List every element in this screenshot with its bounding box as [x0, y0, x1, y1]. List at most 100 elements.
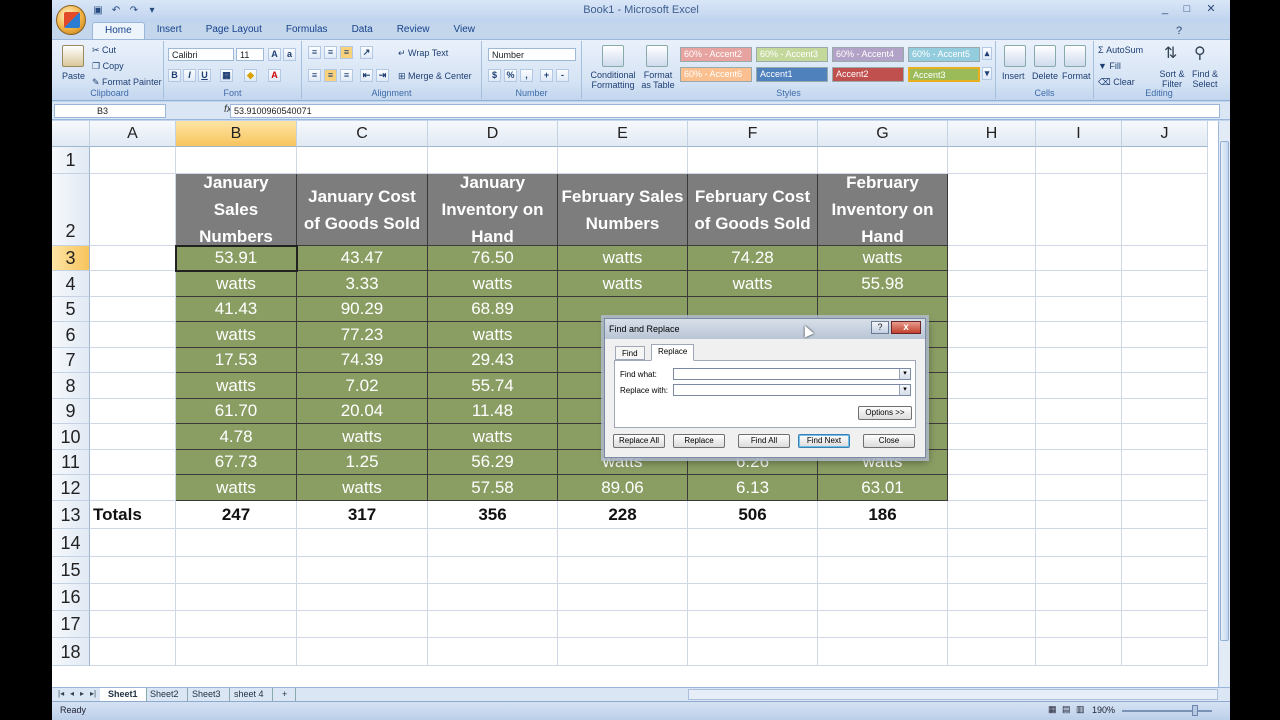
- grid-cell[interactable]: [90, 147, 176, 174]
- grid-cell[interactable]: [948, 450, 1036, 475]
- zoom-slider[interactable]: [1122, 710, 1212, 712]
- data-cell[interactable]: watts: [558, 271, 688, 297]
- grid-cell[interactable]: [1036, 475, 1122, 501]
- grid-cell[interactable]: [90, 348, 176, 373]
- grid-cell[interactable]: [176, 584, 297, 611]
- grid-cell[interactable]: [90, 271, 176, 297]
- table-header-cell[interactable]: February Inventory on Hand: [818, 173, 948, 246]
- sheet-tab-4[interactable]: sheet 4: [226, 688, 273, 701]
- total-cell[interactable]: 356: [428, 501, 558, 529]
- grid-cell[interactable]: [948, 246, 1036, 271]
- wrap-text-button[interactable]: ↵ Wrap Text: [398, 48, 448, 59]
- row-header[interactable]: 13: [52, 501, 90, 529]
- grid-cell[interactable]: [688, 611, 818, 638]
- minimize-icon[interactable]: _: [1154, 2, 1176, 16]
- tab-home[interactable]: Home: [92, 22, 145, 40]
- grid-cell[interactable]: [428, 611, 558, 638]
- maximize-icon[interactable]: □: [1176, 2, 1198, 16]
- data-cell[interactable]: 6.13: [688, 475, 818, 501]
- grid-cell[interactable]: [1122, 611, 1208, 638]
- grid-cell[interactable]: [176, 557, 297, 584]
- row-header[interactable]: 15: [52, 557, 90, 584]
- grid-cell[interactable]: [1036, 348, 1122, 373]
- row-header[interactable]: 14: [52, 529, 90, 557]
- grid-cell[interactable]: [1122, 271, 1208, 297]
- office-button[interactable]: [56, 5, 86, 35]
- grid-cell[interactable]: [1122, 348, 1208, 373]
- align-middle-icon[interactable]: ≡: [324, 46, 337, 59]
- row-header[interactable]: 5: [52, 297, 90, 322]
- replace-with-input[interactable]: ▾: [673, 384, 911, 396]
- grow-font-icon[interactable]: A: [268, 48, 281, 61]
- font-color-icon[interactable]: A: [268, 69, 281, 82]
- tab-data[interactable]: Data: [340, 22, 385, 40]
- zoom-slider-thumb[interactable]: [1192, 705, 1198, 716]
- grid-cell[interactable]: [90, 529, 176, 557]
- grid-cell[interactable]: [818, 638, 948, 666]
- cell-style-accent3[interactable]: Accent3: [908, 67, 980, 82]
- grid-cell[interactable]: [90, 584, 176, 611]
- grid-cell[interactable]: [558, 529, 688, 557]
- grid-cell[interactable]: [176, 611, 297, 638]
- currency-icon[interactable]: $: [488, 69, 501, 82]
- grid-cell[interactable]: [558, 611, 688, 638]
- grid-cell[interactable]: [1122, 529, 1208, 557]
- grid-cell[interactable]: [948, 297, 1036, 322]
- data-cell[interactable]: 1.25: [297, 450, 428, 475]
- align-left-icon[interactable]: ≡: [308, 69, 321, 82]
- next-sheet-icon[interactable]: ▸: [80, 689, 84, 698]
- table-header-cell[interactable]: February Sales Numbers: [558, 174, 688, 246]
- insert-sheet-icon[interactable]: +: [274, 688, 297, 701]
- options-button[interactable]: Options >>: [858, 406, 912, 420]
- styles-scroll-icon[interactable]: ▴: [982, 47, 992, 60]
- table-header-cell[interactable]: February Cost of Goods Sold: [688, 174, 818, 246]
- tab-formulas[interactable]: Formulas: [274, 22, 340, 40]
- grid-cell[interactable]: [1122, 399, 1208, 424]
- data-cell[interactable]: 29.43: [428, 348, 558, 373]
- data-cell[interactable]: 90.29: [297, 297, 428, 322]
- grid-cell[interactable]: [1036, 246, 1122, 271]
- grid-cell[interactable]: [948, 399, 1036, 424]
- redo-icon[interactable]: ↷: [128, 5, 140, 17]
- format-painter-button[interactable]: ✎ Format Painter: [92, 77, 162, 88]
- prev-sheet-icon[interactable]: ◂: [70, 689, 74, 698]
- autosum-button[interactable]: Σ AutoSum: [1098, 45, 1143, 55]
- data-cell[interactable]: watts: [688, 271, 818, 297]
- data-cell[interactable]: watts: [428, 322, 558, 348]
- total-cell[interactable]: 506: [688, 501, 818, 529]
- row-header[interactable]: 2: [52, 174, 90, 246]
- font-name-select[interactable]: Calibri: [168, 48, 234, 61]
- data-cell[interactable]: 67.73: [176, 450, 297, 475]
- grid-cell[interactable]: [90, 322, 176, 348]
- data-cell[interactable]: 76.50: [428, 246, 558, 271]
- dialog-help-icon[interactable]: ?: [871, 321, 889, 334]
- data-cell[interactable]: 63.01: [818, 475, 948, 501]
- grid-cell[interactable]: [1122, 475, 1208, 501]
- grid-cell[interactable]: [818, 611, 948, 638]
- data-cell[interactable]: 74.28: [688, 246, 818, 271]
- cell-style-60-accent4[interactable]: 60% - Accent4: [832, 47, 904, 62]
- grid-cell[interactable]: [1122, 450, 1208, 475]
- align-bottom-icon[interactable]: ≡: [340, 46, 353, 59]
- data-cell[interactable]: watts: [428, 424, 558, 450]
- format-cells-button[interactable]: Format: [1062, 71, 1091, 81]
- replace-button[interactable]: Replace: [673, 434, 725, 448]
- column-header[interactable]: J: [1122, 121, 1208, 147]
- insert-cells-icon[interactable]: [1004, 45, 1026, 67]
- horizontal-scrollbar[interactable]: [688, 689, 1218, 700]
- merge-center-button[interactable]: ⊞ Merge & Center: [398, 71, 472, 82]
- grid-cell[interactable]: [90, 399, 176, 424]
- column-header[interactable]: G: [818, 121, 948, 147]
- grid-cell[interactable]: [1036, 322, 1122, 348]
- data-cell[interactable]: 74.39: [297, 348, 428, 373]
- save-icon[interactable]: ▣: [92, 5, 104, 17]
- cut-button[interactable]: ✂ Cut: [92, 45, 116, 56]
- row-header[interactable]: 1: [52, 147, 90, 174]
- data-cell[interactable]: 57.58: [428, 475, 558, 501]
- data-cell[interactable]: 61.70: [176, 399, 297, 424]
- close-icon[interactable]: ✕: [1200, 2, 1222, 16]
- grid-cell[interactable]: [948, 475, 1036, 501]
- number-format-select[interactable]: Number: [488, 48, 576, 61]
- italic-icon[interactable]: I: [183, 69, 196, 82]
- styles-more-icon[interactable]: ▾: [982, 67, 992, 80]
